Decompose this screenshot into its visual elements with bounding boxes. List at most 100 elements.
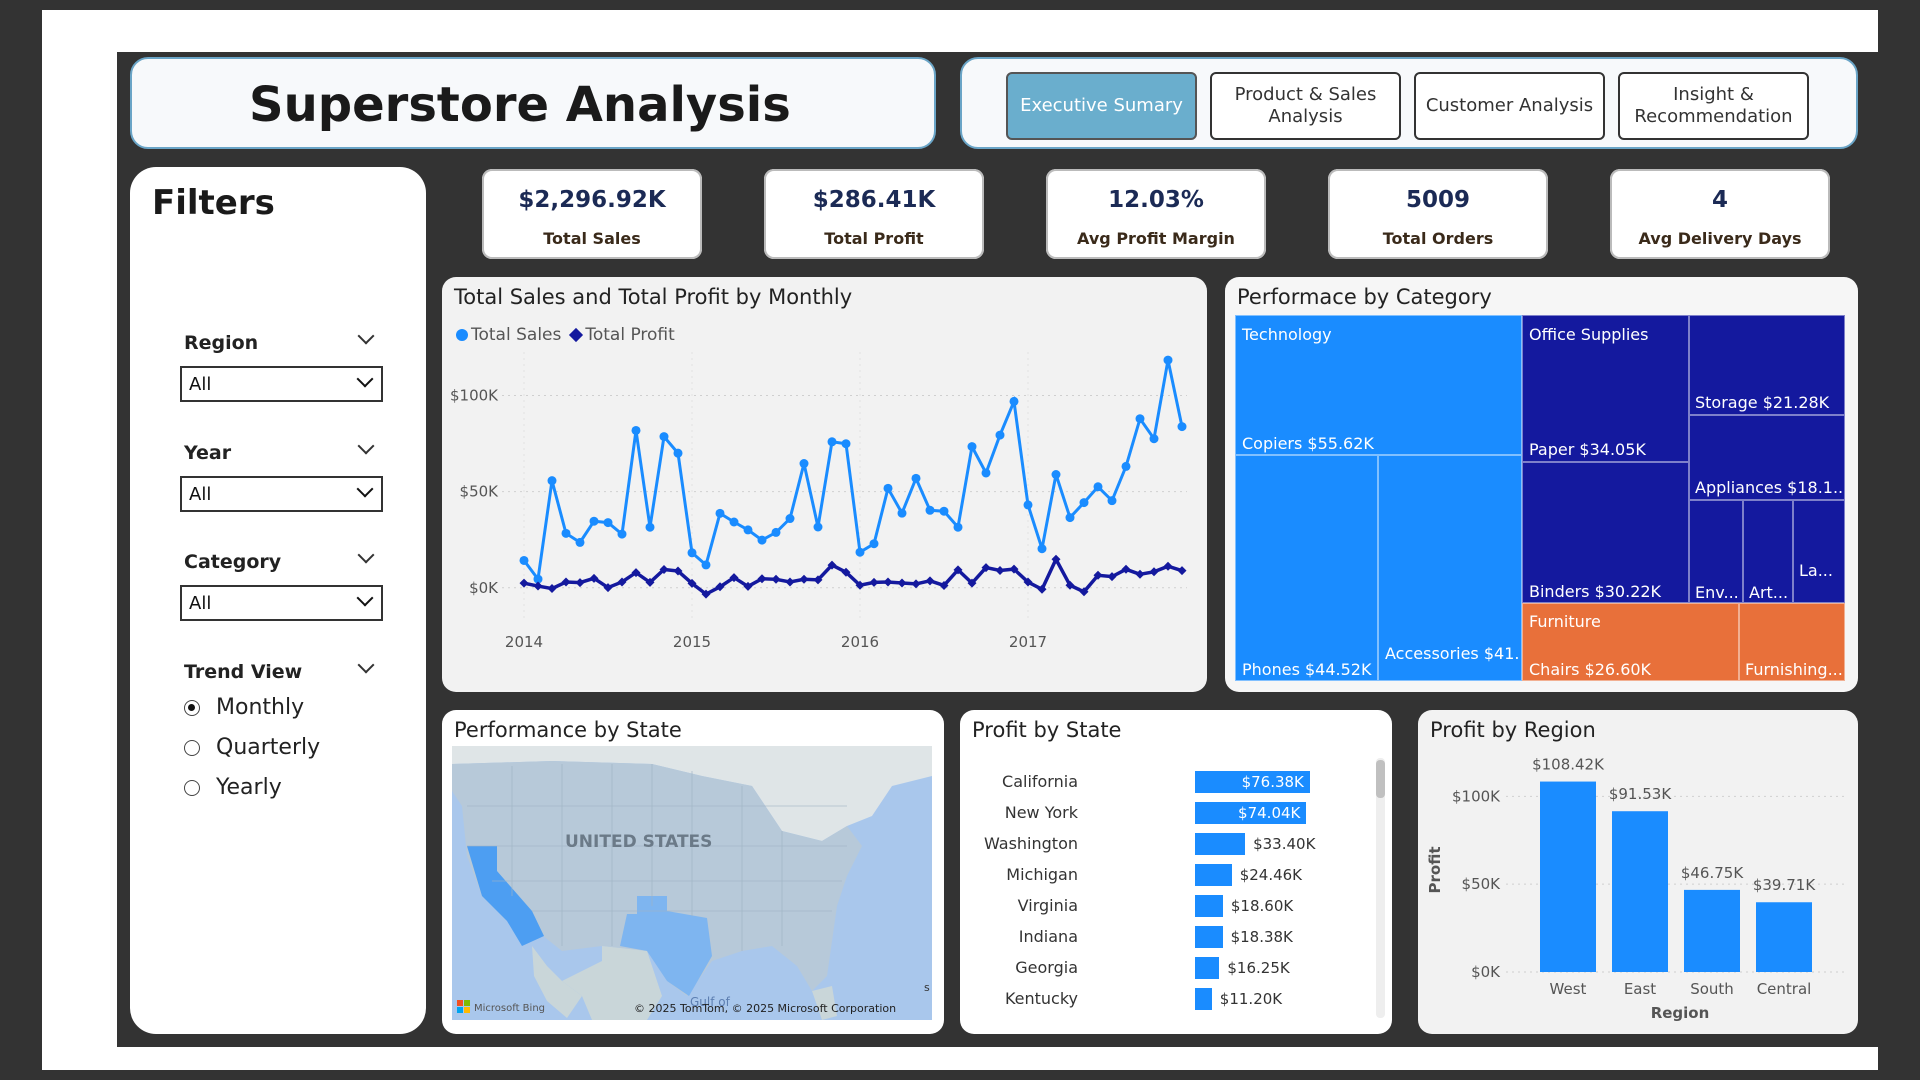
chevron-down-icon[interactable] (357, 546, 375, 564)
chevron-down-icon (356, 370, 374, 388)
tab-product-sales-analysis[interactable]: Product & Sales Analysis (1210, 72, 1401, 140)
state-label: Michigan (1006, 865, 1078, 884)
sales-point (589, 516, 599, 526)
profit-by-state-card: Profit by State California $76.38K New Yor… (960, 710, 1392, 1034)
state-bar[interactable] (1195, 957, 1220, 979)
region-category-label: West (1550, 980, 1587, 998)
treemap-cell-appliances[interactable]: Appliances $18.1... (1689, 415, 1845, 500)
state-value-label: $33.40K (1253, 835, 1316, 853)
region-bar (1756, 902, 1812, 972)
sales-point (631, 425, 641, 435)
title-card: Superstore Analysis (130, 57, 936, 149)
year-filter-label: Year (184, 442, 232, 464)
treemap-cell-copiers[interactable]: Technology Copiers $55.62K (1235, 315, 1522, 455)
kpi-value: 4 (1711, 187, 1728, 213)
sales-point (519, 555, 529, 565)
tab-customer-analysis[interactable]: Customer Analysis (1414, 72, 1605, 140)
profit-point (1177, 566, 1187, 576)
chevron-down-icon (356, 589, 374, 607)
state-value-label: $18.60K (1230, 897, 1294, 915)
treemap-cell-binders[interactable]: Binders $30.22K (1522, 462, 1689, 603)
category-treemap-card: Performace by Category Technology Copier… (1225, 277, 1858, 692)
sales-point (673, 448, 683, 458)
sales-point (827, 437, 837, 447)
state-bar[interactable] (1195, 988, 1212, 1010)
state-bar[interactable] (1195, 895, 1223, 917)
treemap-cell-phones[interactable]: Phones $44.52K (1235, 455, 1378, 681)
scrollbar-track[interactable] (1376, 758, 1385, 1018)
sales-point (1135, 414, 1145, 424)
region-dropdown[interactable]: All (180, 366, 383, 402)
treemap-cell-art[interactable]: Art... (1743, 500, 1793, 603)
navigation-bar: Executive Sumary Product & Sales Analysi… (960, 57, 1858, 149)
kpi-value: $286.41K (812, 187, 936, 213)
page-title: Superstore Analysis (249, 77, 791, 133)
treemap-cell-storage[interactable]: Storage $21.28K (1689, 315, 1845, 415)
profit-point (533, 581, 543, 591)
region-bar (1540, 781, 1596, 972)
sales-point (547, 476, 557, 486)
chevron-down-icon (356, 480, 374, 498)
sales-line (522, 359, 1184, 583)
profit-point (869, 577, 879, 587)
state-bar[interactable] (1195, 864, 1232, 886)
sales-point (1121, 461, 1131, 471)
kpi-total-orders: 5009 Total Orders (1328, 169, 1548, 259)
sales-point (883, 483, 893, 493)
year-dropdown[interactable]: All (180, 476, 383, 512)
kpi-label: Total Orders (1382, 229, 1494, 248)
treemap-cell-accessories[interactable]: Accessories $41... (1378, 455, 1522, 681)
sales-profit-line-chart-card: Total Sales and Total Profit by Monthly … (442, 277, 1207, 692)
sales-point (785, 514, 795, 524)
category-filter-label: Category (184, 551, 282, 573)
state-value-label: $76.38K (1241, 773, 1304, 791)
state-value-label: $74.04K (1238, 804, 1301, 822)
radio-selected-icon (184, 699, 200, 716)
map-svg: UNITED STATES Gulf of Microsoft Bing © 2… (452, 746, 932, 1020)
profit-point (911, 579, 921, 589)
sales-point (617, 529, 627, 539)
tab-insight-recommendation[interactable]: Insight & Recommendation (1618, 72, 1809, 140)
y-tick-label: $100K (1452, 787, 1501, 805)
map-edge-label: s (924, 981, 930, 994)
state-label: Indiana (1018, 927, 1078, 946)
region-value-label: $91.53K (1609, 785, 1672, 803)
x-tick-label: 2017 (1009, 633, 1047, 651)
sales-point (701, 560, 711, 570)
treemap-cell-labels[interactable]: La... (1793, 500, 1845, 603)
tab-executive-summary[interactable]: Executive Sumary (1006, 72, 1197, 140)
state-bar[interactable] (1195, 833, 1246, 855)
region-bar (1684, 889, 1740, 972)
treemap-cell-envelopes[interactable]: Env... (1689, 500, 1743, 603)
state-map[interactable]: UNITED STATES Gulf of Microsoft Bing © 2… (452, 746, 932, 1020)
trend-view-label: Trend View (184, 661, 303, 683)
state-label: Washington (983, 834, 1078, 853)
sales-point (841, 439, 851, 449)
state-bar[interactable] (1195, 926, 1223, 948)
profit-point (519, 578, 529, 588)
sales-point (813, 522, 823, 532)
y-axis-title: Profit (1426, 847, 1444, 894)
x-axis-title: Region (1651, 1004, 1710, 1022)
year-value: All (189, 484, 212, 505)
sales-point (561, 528, 571, 538)
sales-point (897, 508, 907, 518)
treemap-cell-chairs[interactable]: Furniture Chairs $26.60K (1522, 603, 1739, 681)
treemap-cell-paper[interactable]: Office Supplies Paper $34.05K (1522, 315, 1689, 462)
region-filter-label: Region (184, 332, 259, 354)
sales-point (869, 539, 879, 549)
profit-state-bars: California $76.38K New York $74.04K Washingt… (960, 710, 1392, 1034)
trend-option-yearly[interactable]: Yearly (184, 775, 282, 800)
treemap-cell-furnishings[interactable]: Furnishing... (1739, 603, 1845, 681)
y-tick-label: $0K (469, 579, 499, 597)
profit-point (1149, 567, 1159, 577)
trend-option-monthly[interactable]: Monthly (184, 695, 304, 720)
sales-point (715, 508, 725, 518)
chevron-down-icon[interactable] (357, 327, 375, 345)
category-dropdown[interactable]: All (180, 585, 383, 621)
sales-point (967, 442, 977, 452)
chevron-down-icon[interactable] (357, 437, 375, 455)
trend-option-quarterly[interactable]: Quarterly (184, 735, 320, 760)
scrollbar-thumb[interactable] (1376, 760, 1385, 798)
chevron-down-icon[interactable] (357, 656, 375, 674)
